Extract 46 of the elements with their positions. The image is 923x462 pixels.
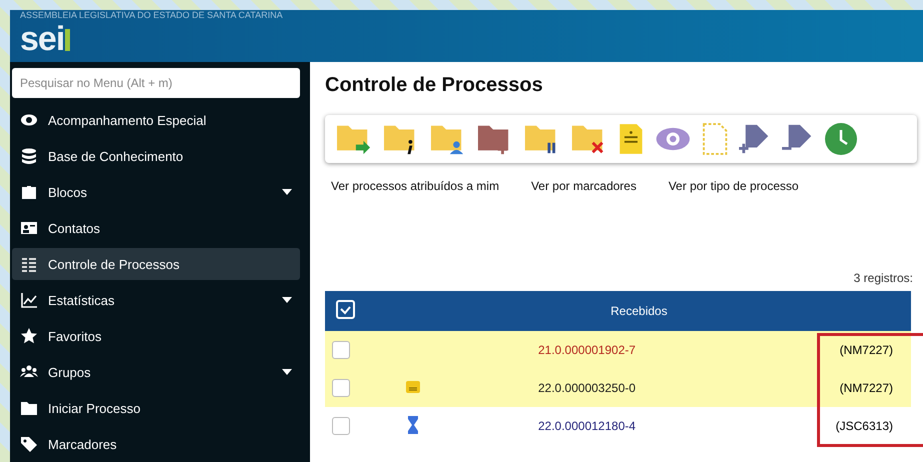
folder-icon xyxy=(20,183,38,201)
view-link[interactable]: Ver processos atribuídos a mim xyxy=(331,179,500,193)
line-chart-icon xyxy=(20,291,38,309)
logo[interactable]: sei xyxy=(20,21,64,57)
menu-item[interactable]: Acompanhamento Especial xyxy=(12,104,300,136)
user-cell: (NM7227) xyxy=(840,381,893,395)
eye-icon[interactable] xyxy=(654,126,692,152)
note-icon xyxy=(405,378,421,394)
contact-card-icon xyxy=(20,219,38,237)
list-icon xyxy=(20,255,38,273)
menu-item[interactable]: Favoritos xyxy=(12,320,300,352)
menu-search-field[interactable]: Pesquisar no Menu (Alt + m) xyxy=(12,68,300,98)
view-link[interactable]: Ver por tipo de processo xyxy=(668,179,799,193)
note-icon[interactable] xyxy=(617,122,645,156)
page-title: Controle de Processos xyxy=(325,74,544,97)
process-number-link[interactable]: 22.0.000003250-0 xyxy=(538,381,636,395)
process-number-link[interactable]: 22.0.000012180-4 xyxy=(538,419,636,433)
menu-item[interactable]: Grupos xyxy=(12,356,300,388)
row-checkbox[interactable] xyxy=(332,341,350,359)
folder-icon xyxy=(20,399,38,417)
menu-item[interactable]: Blocos xyxy=(12,176,300,208)
caret-icon[interactable] xyxy=(282,189,292,195)
menu-item[interactable]: Iniciar Processo xyxy=(12,392,300,424)
user-cell: (JSC6313) xyxy=(836,419,893,433)
record-count: 3 registros: xyxy=(854,271,913,285)
row-checkbox[interactable] xyxy=(332,417,350,435)
star-icon xyxy=(20,327,38,345)
menu-item[interactable]: Base de Conhecimento xyxy=(12,140,300,172)
organization-name: ASSEMBLEIA LEGISLATIVA DO ESTADO DE SANTA CATARINA xyxy=(20,10,283,21)
menu-item[interactable]: Contatos xyxy=(12,212,300,244)
logo-mark xyxy=(65,29,70,51)
clock-icon[interactable] xyxy=(824,122,858,156)
database-icon xyxy=(20,147,38,165)
view-link[interactable]: Ver por marcadores xyxy=(531,179,636,193)
menu-item[interactable]: Estatísticas xyxy=(12,284,300,316)
row-checkbox[interactable] xyxy=(332,379,350,397)
select-all-checkbox[interactable] xyxy=(336,300,356,320)
caret-icon[interactable] xyxy=(282,369,292,375)
column-header: Recebidos xyxy=(367,291,911,331)
process-number-link[interactable]: 21.0.000001902-7 xyxy=(538,343,636,357)
hourglass-icon xyxy=(407,414,419,434)
tag-icon xyxy=(20,435,38,453)
user-cell: (NM7227) xyxy=(840,343,893,357)
caret-icon[interactable] xyxy=(282,297,292,303)
menu-item[interactable]: Controle de Processos xyxy=(12,248,300,280)
menu-item[interactable]: Marcadores xyxy=(12,428,300,460)
